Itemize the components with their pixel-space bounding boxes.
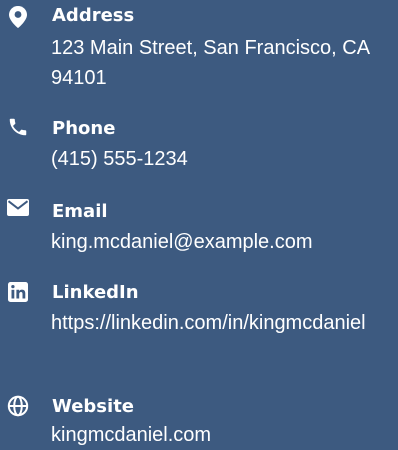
linkedin-label: LinkedIn [52,282,139,303]
phone-value: (415) 555-1234 [51,144,396,174]
address-value: 123 Main Street, San Francisco, CA 94101 [51,37,369,89]
address-label: Address [52,5,135,26]
phone-icon [6,115,30,139]
email-link[interactable]: king.mcdaniel@example.com [51,231,313,253]
phone-label: Phone [52,118,116,139]
website-value: kingmcdaniel.com [51,420,396,450]
globe-icon [6,394,30,418]
phone-link[interactable]: (415) 555-1234 [51,148,188,170]
linkedin-value: https://linkedin.com/in/kingmcdaniel [51,308,396,338]
website-label: Website [52,396,135,417]
email-label: Email [52,201,108,222]
website-link[interactable]: kingmcdaniel.com [51,424,211,446]
map-pin-icon [6,5,30,29]
envelope-icon [6,195,30,219]
linkedin-icon [6,280,30,304]
email-value: king.mcdaniel@example.com [51,227,396,257]
linkedin-link[interactable]: https://linkedin.com/in/kingmcdaniel [51,312,366,334]
contact-list: Address 123 Main Street, San Francisco, … [0,0,398,450]
